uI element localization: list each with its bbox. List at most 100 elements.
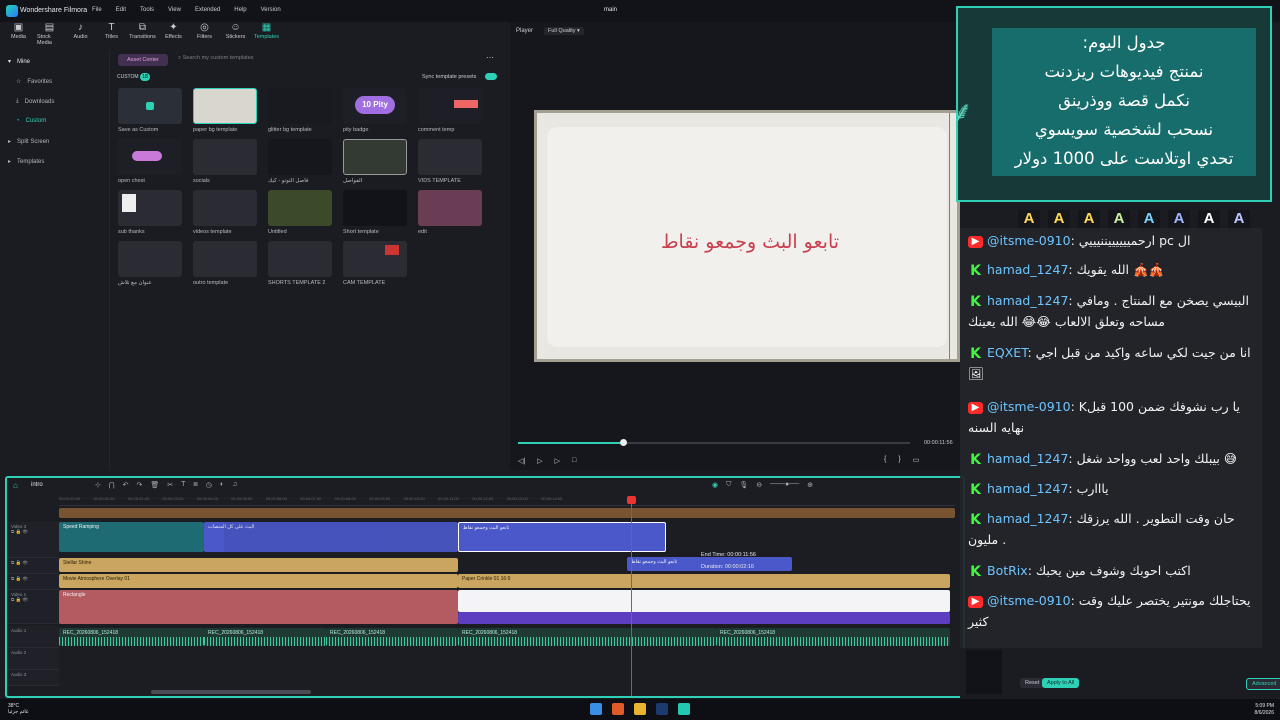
tab-effects[interactable]: ✦ Effects <box>161 22 186 48</box>
template-thumb-cam[interactable] <box>343 241 407 277</box>
sidebar-item-downloads[interactable]: ⤓ Downloads <box>16 98 54 105</box>
sidebar-item-templates[interactable]: ▸ Templates <box>8 158 44 166</box>
audio-clip-2[interactable]: REC_20260806_152418 <box>204 628 326 646</box>
tab-stickers[interactable]: ☺ Stickers <box>223 22 248 48</box>
template-thumb-pity-badge[interactable]: 10 Pity <box>343 88 407 124</box>
track-controls-icon[interactable]: ⧉ 🔒 👁 <box>11 597 28 602</box>
tab-titles[interactable]: T Titles <box>99 22 124 48</box>
template-thumb-save-as-custom[interactable] <box>118 88 182 124</box>
clip-speed-ramping[interactable]: Speed Ramping <box>59 522 204 552</box>
template-thumb-kick-separator[interactable] <box>268 139 332 175</box>
timeline-scrollbar[interactable] <box>151 690 311 694</box>
menu-view[interactable]: View <box>168 7 181 13</box>
tab-filters[interactable]: ◎ Filters <box>192 22 217 48</box>
timeline-ruler[interactable]: 00:00:00:00 · · · · · 00:00:01:00 · · · … <box>59 496 955 506</box>
monitor-icon[interactable]: ▭ <box>913 456 920 464</box>
speed-icon[interactable]: ◷ <box>206 481 212 489</box>
zoom-out-icon[interactable]: ⊖ <box>756 481 762 489</box>
stop-icon[interactable]: □ <box>572 457 576 465</box>
template-thumb-separators[interactable] <box>343 139 407 175</box>
audio-clip-1[interactable]: REC_20260806_152418 <box>59 628 204 646</box>
clip-purple-layer[interactable] <box>458 612 950 624</box>
tab-transitions[interactable]: ⧉ Transitions <box>129 22 156 48</box>
template-thumb-outro[interactable] <box>193 241 257 277</box>
clip-paper-crinkle[interactable]: Paper Crinkle 01 16:9 <box>458 574 950 588</box>
timeline-home-icon[interactable]: ⌂ <box>13 481 18 490</box>
track-controls-icon[interactable]: ⧉ 🔒 👁 <box>11 529 28 534</box>
menu-extended[interactable]: Extended <box>195 7 220 13</box>
apply-to-all-button[interactable]: Apply to All <box>1042 678 1080 688</box>
advanced-button[interactable]: Advanced <box>1246 678 1280 690</box>
clip-follow-stream[interactable]: تابعو البث وجمعو نقاط <box>458 522 666 552</box>
more-icon[interactable]: ⋯ <box>486 53 494 62</box>
reset-button[interactable]: Reset <box>1020 678 1045 688</box>
timeline-tab[interactable]: intro <box>31 482 43 488</box>
menu-help[interactable]: Help <box>234 7 246 13</box>
template-thumb-socials[interactable] <box>193 139 257 175</box>
template-thumb-glitter-bg[interactable] <box>268 88 332 124</box>
system-clock[interactable]: 5:09 PM 8/6/2026 <box>1228 703 1274 717</box>
menu-version[interactable]: Version <box>261 7 281 13</box>
tab-audio[interactable]: ♪ Audio <box>68 22 93 48</box>
template-thumb-short[interactable] <box>343 190 407 226</box>
audio-clip-4[interactable]: REC_20260806_152418 <box>458 628 716 646</box>
menu-edit[interactable]: Edit <box>116 7 126 13</box>
search-input[interactable]: ⌕ Search my custom templates <box>178 55 254 62</box>
template-thumb-untitled[interactable] <box>268 190 332 226</box>
brave-browser-icon[interactable] <box>612 703 624 715</box>
sync-presets-toggle[interactable] <box>485 73 497 80</box>
bracket-right-icon[interactable]: } <box>898 456 900 464</box>
template-thumb-paper-bg[interactable] <box>193 88 257 124</box>
video-preview[interactable]: تابعو البث وجمعو نقاط <box>534 110 960 362</box>
menu-tools[interactable]: Tools <box>140 7 154 13</box>
asset-center-button[interactable]: Asset Center <box>118 54 168 66</box>
steam-icon[interactable] <box>656 703 668 715</box>
tab-stock-media[interactable]: ▤ Stock Media <box>37 22 62 48</box>
split-icon[interactable]: ⊹ <box>95 481 101 489</box>
template-thumb-title-fade[interactable] <box>118 241 182 277</box>
filmora-taskbar-icon[interactable] <box>678 703 690 715</box>
sidebar-item-split-screen[interactable]: ▸ Split Screen <box>8 138 49 146</box>
clip-movie-atmosphere[interactable]: Movie Atmosphere Overlay 01 <box>59 574 458 588</box>
mic-icon[interactable]: 🎙 <box>739 481 748 489</box>
template-thumb-vids[interactable] <box>418 139 482 175</box>
sidebar-header-mine[interactable]: ▾ Mine <box>8 58 30 66</box>
play-icon[interactable]: ▷ <box>537 457 542 465</box>
delete-icon[interactable]: 🗑 <box>150 481 159 489</box>
template-thumb-open-chest[interactable] <box>118 139 182 175</box>
file-explorer-icon[interactable] <box>634 703 646 715</box>
clip-all-platforms[interactable]: البث على كل المنصات <box>204 522 458 552</box>
track-controls-icon[interactable]: ⧉ 🔒 👁 <box>11 576 28 581</box>
template-thumb-comment[interactable] <box>418 88 482 124</box>
text-icon[interactable]: T <box>181 481 185 489</box>
audio-tool-icon[interactable]: ♫ <box>232 481 237 489</box>
color-icon[interactable]: ◐ <box>220 481 224 489</box>
shield-icon[interactable]: ⛉ <box>726 481 731 489</box>
sidebar-item-custom[interactable]: ◔ Custom <box>16 118 46 124</box>
playhead[interactable] <box>631 496 632 696</box>
template-thumb-videos[interactable] <box>193 190 257 226</box>
template-thumb-edit[interactable] <box>418 190 482 226</box>
zoom-slider[interactable]: ───●── <box>770 481 799 489</box>
clip-stellar-shine[interactable]: Stellar Shine <box>59 558 458 572</box>
audio-clip-5[interactable]: REC_20260806_152418 <box>716 628 950 646</box>
template-thumb-sub-thanks[interactable] <box>118 190 182 226</box>
redo-icon[interactable]: ↷ <box>137 481 143 489</box>
crop-icon[interactable]: ⧈ <box>193 481 197 489</box>
sidebar-item-favorites[interactable]: ☆ Favorites <box>16 78 52 86</box>
magnet-icon[interactable]: ⋂ <box>109 481 115 489</box>
render-icon[interactable]: ◉ <box>712 481 718 489</box>
clip-white-layer[interactable] <box>458 590 950 612</box>
clip-rectangle[interactable]: Rectangle <box>59 590 458 624</box>
zoom-in-icon[interactable]: ⊕ <box>807 481 813 489</box>
previous-frame-icon[interactable]: ◁| <box>518 457 525 465</box>
play-alt-icon[interactable]: ▷ <box>555 457 560 465</box>
undo-icon[interactable]: ↶ <box>123 481 129 489</box>
scrubber-handle[interactable] <box>620 439 627 446</box>
menu-file[interactable]: File <box>92 7 102 13</box>
tab-media[interactable]: ▣ Media <box>6 22 31 48</box>
tab-templates[interactable]: ▦ Templates <box>254 22 279 48</box>
audio-clip-3[interactable]: REC_20260806_152418 <box>326 628 458 646</box>
quality-select[interactable]: Full Quality ▾ <box>544 27 584 35</box>
weather-widget[interactable]: 38°C غائم جزئيا <box>8 703 29 715</box>
